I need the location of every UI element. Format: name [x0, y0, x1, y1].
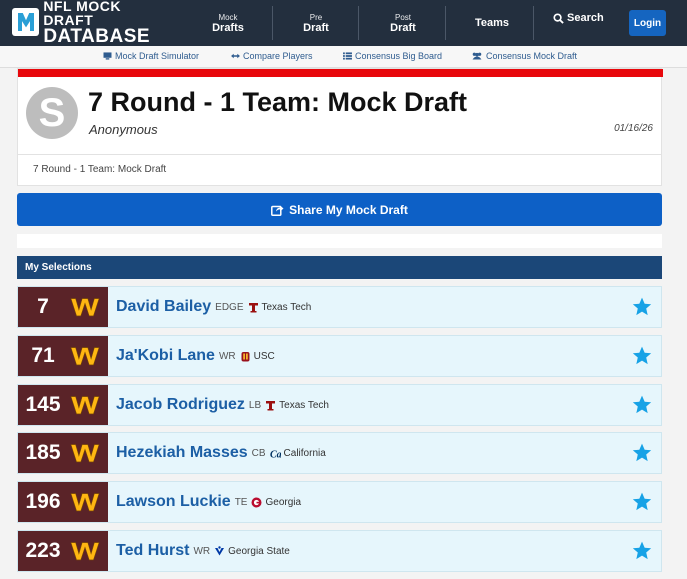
player-position: LB: [248, 399, 262, 411]
favorite-star-icon[interactable]: [631, 540, 653, 562]
player-name[interactable]: Lawson Luckie: [116, 493, 231, 511]
subnav-mock-draft-simulator[interactable]: Mock Draft Simulator: [103, 51, 199, 61]
commanders-logo-icon: [70, 298, 100, 317]
draft-date: 01/16/26: [614, 123, 653, 134]
player-school: Georgia: [265, 496, 302, 508]
pick-row[interactable]: 223 Ted Hurst WR Georgia State: [17, 530, 662, 572]
favorite-star-icon[interactable]: [631, 491, 653, 513]
player-name[interactable]: Jacob Rodriguez: [116, 396, 245, 414]
mdd-logo-icon: [12, 8, 40, 36]
nav-teams[interactable]: Teams: [472, 6, 512, 40]
avatar: S: [26, 87, 78, 139]
player-position: CB: [251, 447, 266, 459]
player-name[interactable]: David Bailey: [116, 298, 211, 316]
page-title: 7 Round - 1 Team: Mock Draft: [88, 87, 468, 117]
texas-tech-icon: [266, 400, 276, 410]
svg-text:Cal: Cal: [270, 449, 281, 459]
pick-row[interactable]: 196 Lawson Luckie TE Georgia: [17, 481, 662, 523]
pick-number: 223: [25, 539, 61, 562]
nav-search[interactable]: Search: [553, 12, 604, 24]
favorite-star-icon[interactable]: [631, 345, 653, 367]
site-logo[interactable]: NFL MOCK DRAFT DATABASE: [12, 0, 172, 46]
monitor-icon: [103, 52, 112, 60]
pick-number-cell: 223: [18, 531, 108, 571]
pick-number-cell: 71: [18, 336, 108, 376]
player-position: WR: [218, 350, 236, 362]
divider: [18, 154, 661, 155]
search-label: Search: [567, 12, 604, 24]
pick-row[interactable]: 185 Hezekiah MassesCB CalCalifornia: [17, 432, 662, 474]
share-label: Share My Mock Draft: [289, 202, 408, 217]
nav-pre-draft[interactable]: Pre Draft: [298, 6, 334, 40]
search-icon: [553, 12, 564, 24]
player-position: WR: [193, 545, 211, 557]
share-mock-draft-button[interactable]: Share My Mock Draft: [17, 193, 662, 226]
commanders-logo-icon: [70, 542, 100, 561]
users-icon: [472, 52, 482, 60]
top-navbar: NFL MOCK DRAFT DATABASE Mock Drafts Pre …: [0, 0, 687, 46]
georgia-icon: [251, 497, 262, 507]
player-name[interactable]: Hezekiah Masses: [116, 444, 248, 462]
breadcrumb: 7 Round - 1 Team: Mock Draft: [33, 164, 167, 175]
pick-number: 71: [31, 344, 55, 367]
player-school: Georgia State: [228, 545, 290, 557]
usc-icon: [241, 351, 250, 361]
favorite-star-icon[interactable]: [631, 394, 653, 416]
draft-author: Anonymous: [89, 122, 158, 137]
arrows-icon: [231, 53, 240, 59]
pick-row[interactable]: 7 David Bailey EDGE Texas Tech: [17, 286, 662, 328]
subnav-consensus-mock-draft[interactable]: Consensus Mock Draft: [471, 51, 577, 61]
subnav-consensus-big-board[interactable]: Consensus Big Board: [343, 51, 442, 61]
nav-mock-drafts[interactable]: Mock Drafts: [208, 6, 248, 40]
pick-number: 196: [25, 490, 61, 513]
pick-number-cell: 185: [18, 433, 108, 473]
favorite-star-icon[interactable]: [631, 442, 653, 464]
nav-divider: [358, 6, 359, 40]
pick-number-cell: 145: [18, 385, 108, 425]
player-name[interactable]: Ted Hurst: [116, 542, 189, 560]
favorite-star-icon[interactable]: [631, 296, 653, 318]
commanders-logo-icon: [70, 396, 100, 415]
pick-row[interactable]: 71 Ja'Kobi Lane WR USC: [17, 335, 662, 377]
player-school: Texas Tech: [279, 399, 329, 411]
header-accent-bar: [18, 69, 663, 77]
player-school: Texas Tech: [261, 301, 312, 313]
texas-tech-icon: [248, 302, 258, 312]
subnav-compare-players[interactable]: Compare Players: [231, 51, 313, 61]
pick-row[interactable]: 145 Jacob Rodriguez LB Texas Tech: [17, 384, 662, 426]
player-position: TE: [234, 496, 248, 508]
sub-navbar: Mock Draft Simulator Compare Players Con…: [0, 46, 687, 68]
pick-number: 185: [25, 441, 61, 464]
pick-number: 7: [37, 295, 49, 318]
player-name[interactable]: Ja'Kobi Lane: [116, 347, 215, 365]
commanders-logo-icon: [70, 444, 100, 463]
player-position: EDGE: [215, 301, 244, 313]
georgia-state-icon: [215, 545, 225, 555]
share-icon: [271, 205, 284, 216]
nav-divider: [445, 6, 446, 40]
logo-line2: DATABASE: [43, 25, 151, 47]
empty-panel: [17, 234, 662, 248]
draft-header-card: S 7 Round - 1 Team: Mock Draft Anonymous…: [17, 68, 663, 186]
player-school: California: [283, 447, 326, 459]
commanders-logo-icon: [70, 493, 100, 512]
nav-post-draft[interactable]: Post Draft: [385, 6, 421, 40]
my-selections-header: My Selections: [17, 256, 662, 279]
player-school: USC: [253, 350, 275, 362]
nav-divider: [272, 6, 273, 40]
pick-number-cell: 196: [18, 482, 108, 522]
pick-number: 145: [25, 393, 61, 416]
login-button[interactable]: Login: [629, 10, 666, 36]
commanders-logo-icon: [70, 347, 100, 366]
cal-icon: Cal: [270, 449, 281, 459]
pick-number-cell: 7: [18, 287, 108, 327]
logo-line1: NFL MOCK DRAFT: [43, 0, 121, 28]
list-icon: [343, 52, 352, 60]
nav-divider: [533, 6, 534, 40]
